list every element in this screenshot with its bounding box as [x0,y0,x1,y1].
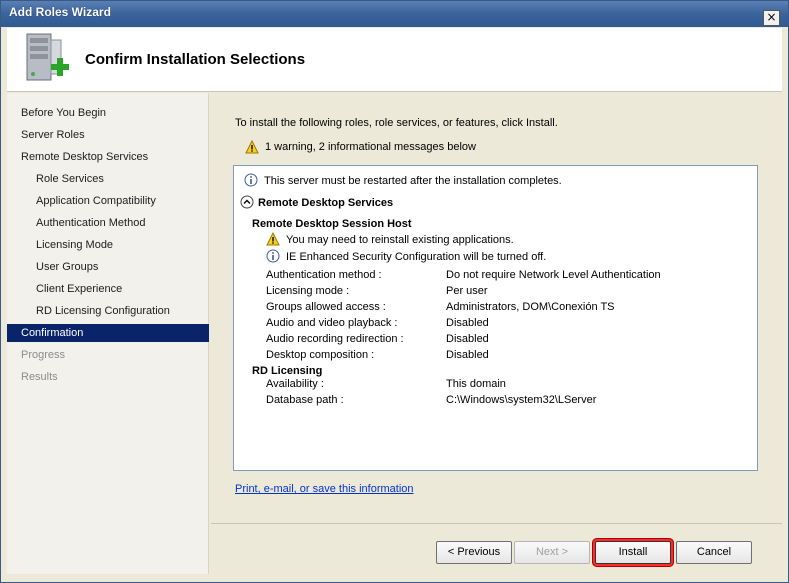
setting-label: Desktop composition : [266,349,375,361]
info-icon [266,249,280,263]
rdsh-info-text: IE Enhanced Security Configuration will … [286,251,547,263]
rdl-title: RD Licensing [252,365,323,377]
setting-value: Disabled [446,349,489,361]
nav-item-role-services[interactable]: Role Services [7,170,209,188]
nav-item-application-compatibility[interactable]: Application Compatibility [7,192,209,210]
setting-label: Audio recording redirection : [266,333,404,345]
nav-item-results: Results [21,371,58,383]
window-title: Add Roles Wizard [9,5,111,19]
setting-label: Licensing mode : [266,285,350,297]
print-email-save-link[interactable]: Print, e-mail, or save this information [235,483,414,495]
nav-item-licensing-mode[interactable]: Licensing Mode [7,236,209,254]
info-icon [244,173,258,187]
next-button: Next > [514,541,590,564]
setting-label: Availability : [266,378,324,390]
setting-value: Disabled [446,317,489,329]
install-button[interactable]: Install [595,541,671,564]
nav-item-confirmation[interactable]: Confirmation [7,324,209,342]
cancel-button[interactable]: Cancel [676,541,752,564]
rdsh-warning-text: You may need to reinstall existing appli… [286,234,514,246]
setting-label: Authentication method : [266,269,382,281]
collapse-icon[interactable] [240,195,254,209]
nav-item-remote-desktop-services[interactable]: Remote Desktop Services [7,148,209,166]
setting-value: Disabled [446,333,489,345]
setting-value: This domain [446,378,506,390]
nav-item-client-experience[interactable]: Client Experience [7,280,209,298]
setting-value: Administrators, DOM\Conexión TS [446,301,615,313]
nav-item-rd-licensing-configuration[interactable]: RD Licensing Configuration [7,302,209,320]
warning-icon [245,140,259,154]
setting-value: Per user [446,285,488,297]
close-button[interactable]: × [763,10,780,26]
setting-label: Audio and video playback : [266,317,398,329]
wizard-nav: Before You Begin Server Roles Remote Des… [7,93,209,574]
previous-button[interactable]: < Previous [436,541,512,564]
intro-text: To install the following roles, role ser… [235,117,558,129]
add-roles-wizard-window: Add Roles Wizard × Confirm Installation … [0,0,789,583]
nav-item-server-roles[interactable]: Server Roles [7,126,209,144]
setting-label: Groups allowed access : [266,301,386,313]
section-title: Remote Desktop Services [258,197,394,209]
restart-info-text: This server must be restarted after the … [264,175,562,187]
title-bar[interactable]: Add Roles Wizard × [1,1,788,27]
setting-value: Do not require Network Level Authenticat… [446,269,661,281]
nav-item-before-you-begin[interactable]: Before You Begin [7,104,209,122]
wizard-header: Confirm Installation Selections [7,28,782,92]
nav-item-user-groups[interactable]: User Groups [7,258,209,276]
details-box[interactable]: This server must be restarted after the … [233,165,758,471]
confirmation-panel: To install the following roles, role ser… [211,93,782,523]
nav-item-authentication-method[interactable]: Authentication Method [7,214,209,232]
nav-item-progress: Progress [21,349,66,361]
warning-icon [266,232,280,246]
warning-summary-text: 1 warning, 2 informational messages belo… [265,141,476,153]
page-title: Confirm Installation Selections [85,51,306,68]
setting-value: C:\Windows\system32\LServer [446,394,597,406]
server-add-icon [26,33,69,81]
rdsh-title: Remote Desktop Session Host [252,218,412,230]
wizard-footer: < Previous Next > Install Cancel [211,523,782,574]
setting-label: Database path : [266,394,344,406]
